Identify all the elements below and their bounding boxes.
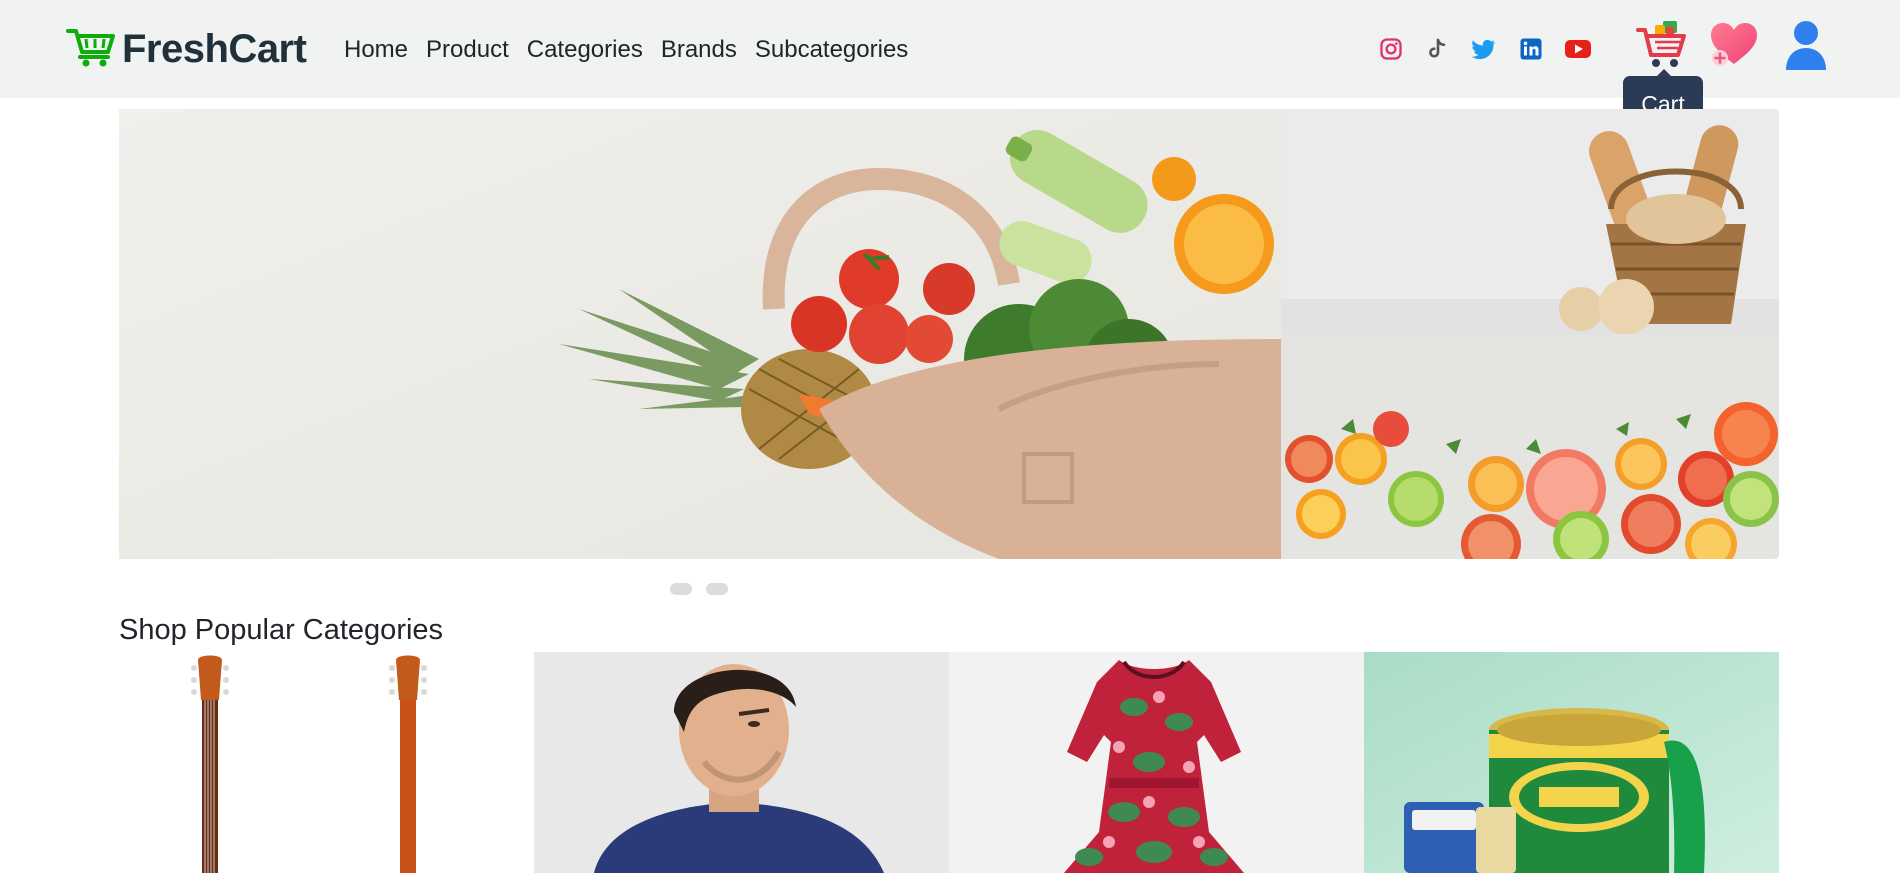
nav-link-product[interactable]: Product [426,36,509,64]
heart-icon[interactable] [1707,20,1761,75]
category-card-supermarket[interactable] [1364,652,1779,873]
citrus-slices-image [1281,334,1779,559]
floral-dress-image [949,652,1364,873]
category-card-music[interactable] [119,652,534,873]
main-nav: Home Product Categories Brands Subcatego… [344,36,908,64]
cart-icon[interactable] [1636,20,1688,75]
guitar-image [191,655,427,873]
user-icon[interactable] [1781,18,1831,77]
slider-dot-1[interactable] [670,583,692,595]
tiktok-icon[interactable] [1424,36,1450,62]
hero-slide-main[interactable] [119,109,1281,559]
nav-link-home[interactable]: Home [344,36,408,64]
category-card-men[interactable] [534,652,949,873]
nav-link-subcategories[interactable]: Subcategories [755,36,908,64]
shopping-cart-icon [66,26,116,73]
instagram-icon[interactable] [1378,36,1404,62]
brand-logo[interactable]: FreshCart [66,26,307,73]
twitter-icon[interactable] [1471,36,1497,62]
brand-name: FreshCart [122,27,307,71]
man-hoodie-image [534,652,949,873]
navbar: FreshCart Home Product Categories Brands… [0,0,1900,133]
hero-citrus-banner[interactable] [1281,334,1779,559]
bread-basket-image [1281,109,1779,334]
grocery-can-image [1364,652,1779,873]
section-title: Shop Popular Categories [119,614,444,646]
slider-dot-2[interactable] [706,583,728,595]
category-card-women[interactable] [949,652,1364,873]
linkedin-icon[interactable] [1518,36,1544,62]
hero-bread-banner[interactable] [1281,109,1779,334]
nav-link-categories[interactable]: Categories [527,36,643,64]
grocery-bag-image [119,109,1281,559]
slider-dots [670,583,728,595]
youtube-icon[interactable] [1564,36,1592,62]
nav-link-brands[interactable]: Brands [661,36,737,64]
